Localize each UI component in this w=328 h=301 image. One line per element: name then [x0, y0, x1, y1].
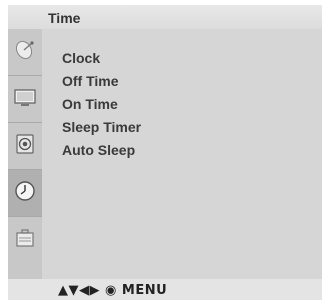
- navigation-hint: ▲▼◀▶ ◉ MENU: [58, 283, 168, 298]
- time-menu-panel: Time Clock Off Time On Time Sleep Timer …: [8, 5, 322, 300]
- picture-icon: [12, 85, 38, 114]
- navigation-hint-bar: ▲▼◀▶ ◉ MENU: [8, 279, 322, 300]
- menu-title: Time: [48, 10, 81, 26]
- audio-icon: [13, 132, 37, 161]
- sidebar-tab-audio[interactable]: [8, 123, 42, 169]
- menu-content: Clock Off Time On Time Sleep Timer Auto …: [42, 29, 322, 279]
- menu-item-on-time[interactable]: On Time: [62, 96, 118, 112]
- menu-item-sleep-timer[interactable]: Sleep Timer: [62, 119, 141, 135]
- menu-title-bar: Time: [8, 5, 322, 29]
- sidebar-tab-picture[interactable]: [8, 76, 42, 122]
- sidebar-tab-time[interactable]: [8, 170, 42, 216]
- satellite-dish-icon: [13, 38, 37, 67]
- sidebar-tab-option[interactable]: [8, 217, 42, 263]
- sidebar-tab-channel[interactable]: [8, 29, 42, 75]
- clock-icon: [13, 179, 37, 208]
- menu-item-clock[interactable]: Clock: [62, 50, 100, 66]
- menu-item-off-time[interactable]: Off Time: [62, 73, 119, 89]
- menu-item-auto-sleep[interactable]: Auto Sleep: [62, 142, 135, 158]
- menu-sidebar: [8, 29, 42, 279]
- option-icon: [13, 226, 37, 255]
